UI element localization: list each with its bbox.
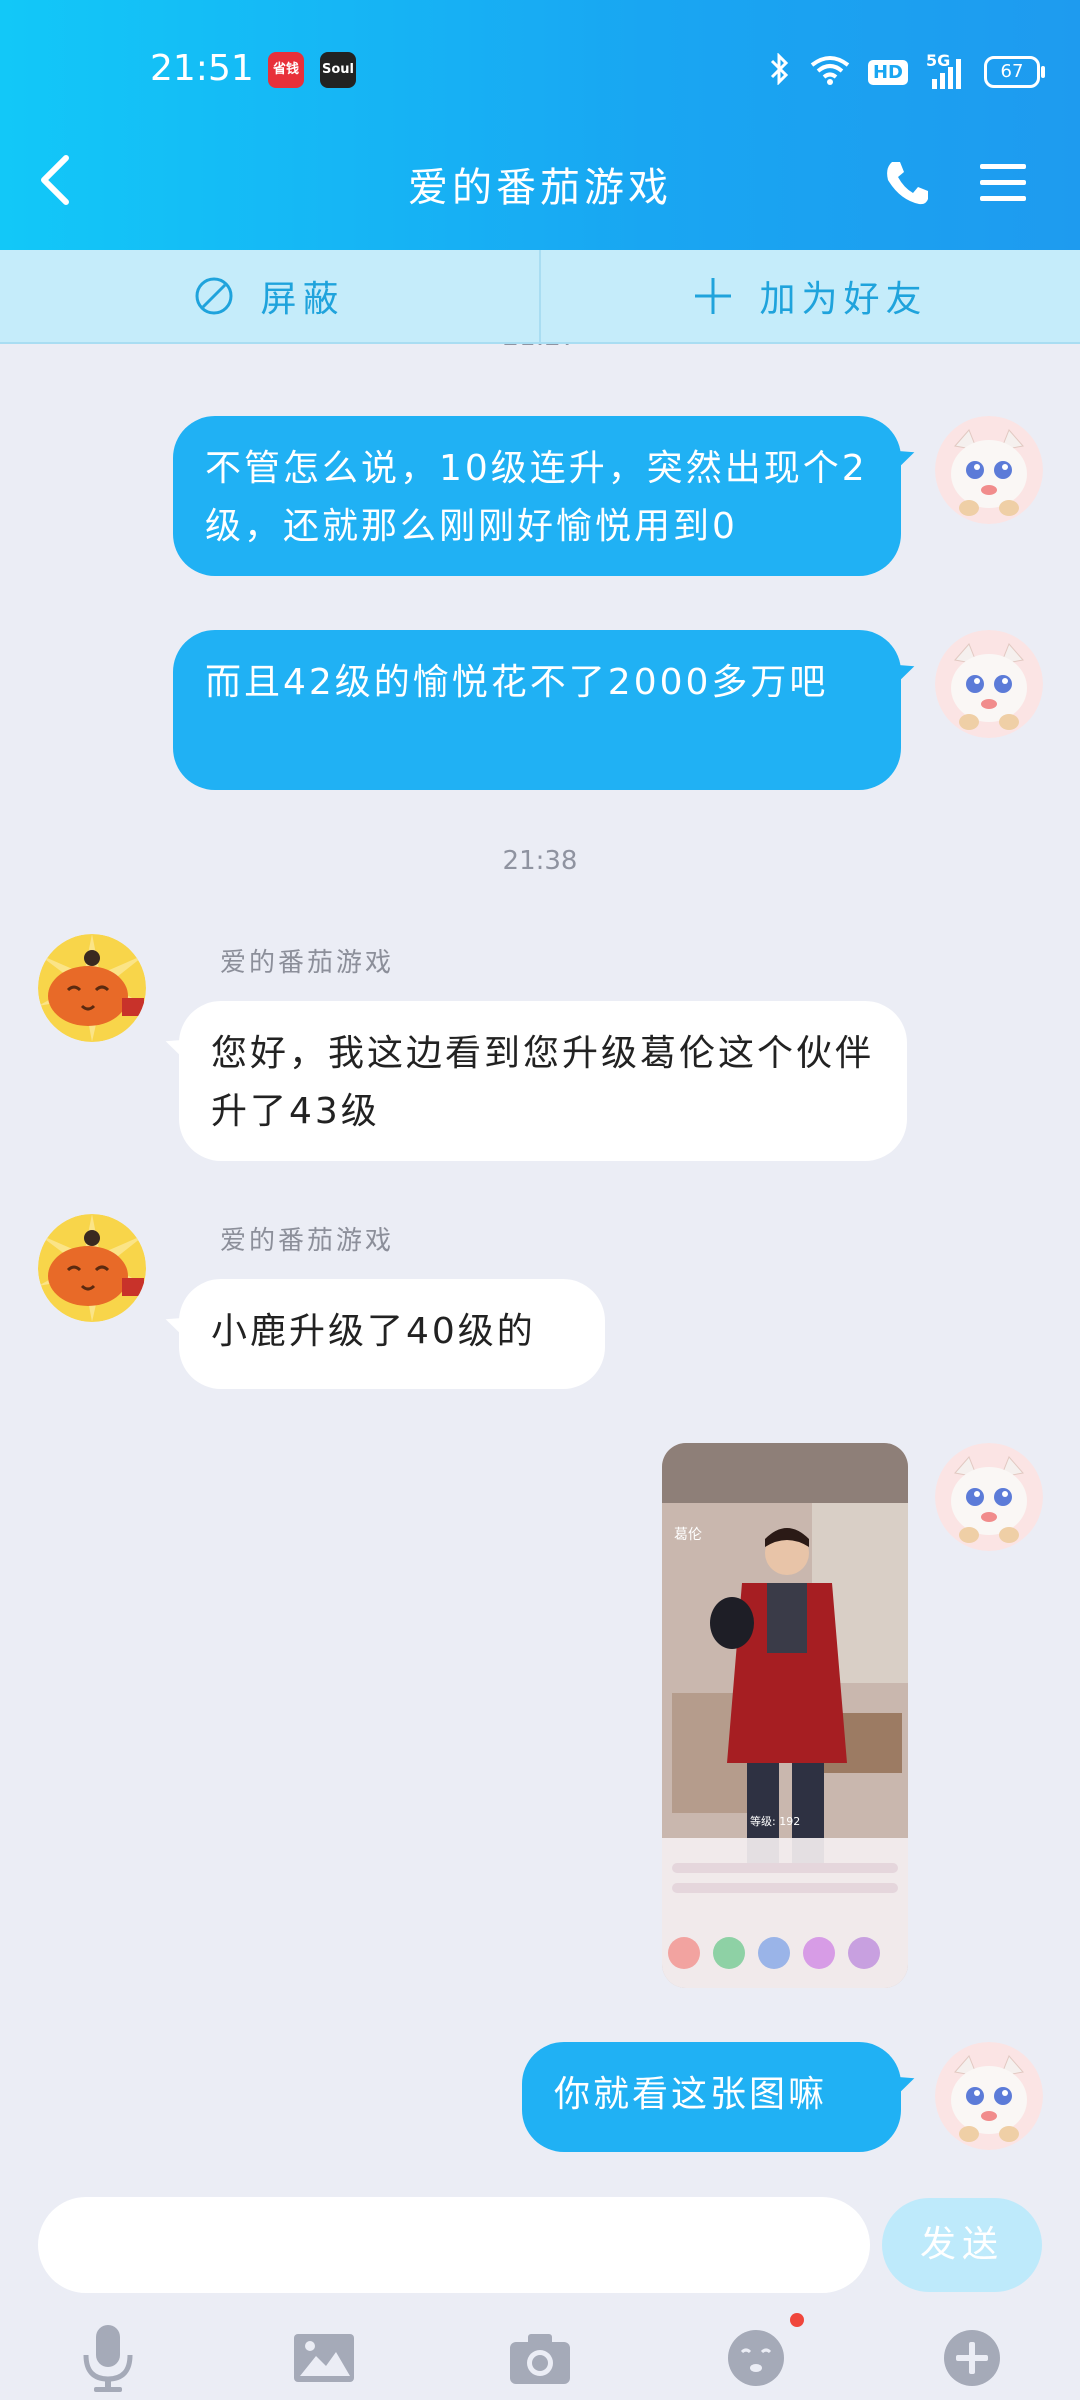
cat-avatar-icon <box>935 416 1043 524</box>
chat-area[interactable]: 21:27 <box>0 344 1080 2184</box>
partial-timestamp: 21:27 <box>0 344 1080 352</box>
add-friend-label: 加为好友 <box>759 279 928 320</box>
tomato-avatar-icon <box>38 1214 146 1322</box>
voice-button[interactable] <box>68 2318 148 2398</box>
message-bubble-received[interactable]: 您好，我这边看到您升级葛伦这个伙伴升了43级 <box>179 1001 907 1161</box>
microphone-icon <box>83 2325 133 2392</box>
plus-circle-icon <box>944 2330 1000 2386</box>
signal-icon: 5G <box>926 51 966 89</box>
more-button[interactable] <box>932 2318 1012 2398</box>
gallery-button[interactable] <box>284 2318 364 2398</box>
notification-dot <box>790 2313 804 2327</box>
call-button[interactable] <box>882 158 932 208</box>
image-caption-name: 葛伦 <box>674 1527 702 1543</box>
camera-icon <box>510 2334 570 2384</box>
my-avatar[interactable] <box>935 1443 1043 1551</box>
contact-avatar[interactable] <box>38 934 146 1042</box>
plus-icon <box>695 278 732 314</box>
block-icon <box>195 277 233 315</box>
emoji-icon <box>728 2330 784 2386</box>
timestamp: 21:38 <box>502 846 578 876</box>
block-label: 屏蔽 <box>260 279 345 320</box>
status-time: 21:51 <box>150 48 254 89</box>
my-avatar[interactable] <box>935 416 1043 524</box>
camera-button[interactable] <box>500 2318 580 2398</box>
cat-avatar-icon <box>935 1443 1043 1551</box>
menu-button[interactable] <box>978 158 1028 208</box>
tomato-avatar-icon <box>38 934 146 1042</box>
my-avatar[interactable] <box>935 2042 1043 2150</box>
message-bubble-sent[interactable]: 你就看这张图嘛 <box>522 2042 901 2152</box>
cat-avatar-icon <box>935 630 1043 738</box>
phone-icon <box>887 162 928 205</box>
send-button[interactable]: 发送 <box>882 2198 1042 2292</box>
my-avatar[interactable] <box>935 630 1043 738</box>
emoji-button[interactable] <box>716 2318 796 2398</box>
message-bubble-sent[interactable]: 不管怎么说，10级连升，突然出现个2级，还就那么刚刚好愉悦用到0 <box>173 416 901 576</box>
sender-name: 爱的番茄游戏 <box>220 948 395 978</box>
game-screenshot-image: 葛伦 等级: 192 <box>662 1443 908 1988</box>
image-message[interactable]: 葛伦 等级: 192 <box>662 1443 908 1988</box>
status-icons: HD 5G 67 <box>768 50 1045 94</box>
app-badge-soul: Soul <box>320 52 356 88</box>
action-bar: 屏蔽 加为好友 <box>0 250 1080 344</box>
battery-indicator: 67 <box>984 56 1045 88</box>
message-bubble-received[interactable]: 小鹿升级了40级的 <box>179 1279 605 1389</box>
bluetooth-icon <box>768 51 792 92</box>
add-friend-button[interactable]: 加为好友 <box>541 250 1080 342</box>
image-icon <box>294 2334 354 2382</box>
hamburger-menu-icon <box>980 164 1026 201</box>
message-input[interactable] <box>38 2197 870 2293</box>
header: 21:51 省钱 Soul HD 5G 67 爱的番茄游戏 <box>0 0 1080 250</box>
sender-name: 爱的番茄游戏 <box>220 1226 395 1256</box>
message-bubble-sent[interactable]: 而且42级的愉悦花不了2000多万吧 <box>173 630 901 790</box>
wifi-icon <box>810 55 850 89</box>
block-button[interactable]: 屏蔽 <box>0 250 539 342</box>
image-level-text: 等级: 192 <box>750 1814 800 1828</box>
app-badge-shengqian: 省钱 <box>268 52 304 88</box>
hd-badge: HD <box>867 59 908 85</box>
contact-avatar[interactable] <box>38 1214 146 1322</box>
cat-avatar-icon <box>935 2042 1043 2150</box>
